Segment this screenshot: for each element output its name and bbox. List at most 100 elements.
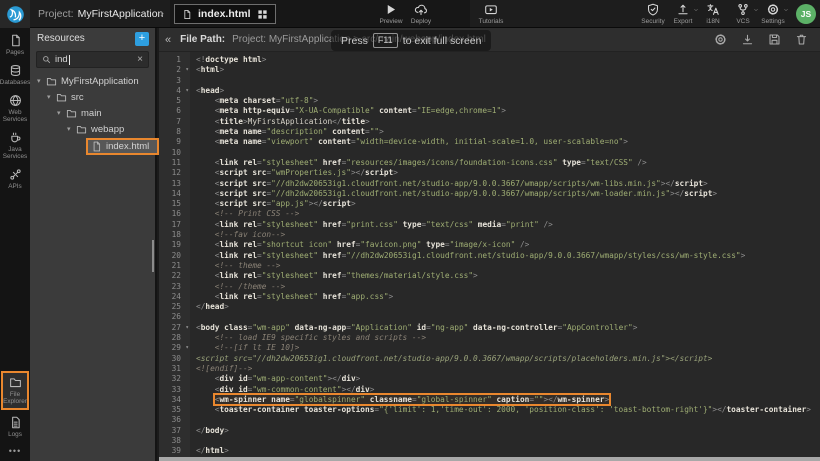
line-number[interactable]: 15 [159,199,190,209]
topbar-action-i18n[interactable]: i18N [698,3,728,25]
search-input[interactable]: ind × [36,51,149,68]
tree-item-myfirstapplication[interactable]: ▾MyFirstApplication [30,73,155,89]
code-line[interactable]: <![endif]--> [196,364,820,374]
line-number[interactable]: 12 [159,168,190,178]
line-number[interactable]: 35 [159,405,190,415]
code-line[interactable]: <link rel="stylesheet" href="themes/mate… [196,271,820,281]
code-line[interactable]: <link rel="stylesheet" href="resources/i… [196,158,820,168]
code-line[interactable]: <!-- /theme --> [196,282,820,292]
tab-index-html[interactable]: index.html [174,4,276,24]
line-number[interactable]: 17 [159,220,190,230]
line-number[interactable]: 29▾ [159,343,190,353]
line-number-gutter[interactable]: 12▾34▾5678910111213141516171819202122232… [159,52,190,457]
code-line[interactable]: <!doctype html> [196,55,820,65]
wavemaker-logo[interactable] [0,0,30,28]
code-line[interactable]: <div id="wm-app-content"></div> [196,374,820,384]
code-line[interactable]: <link rel="stylesheet" href="print.css" … [196,220,820,230]
resources-scrollbar[interactable] [152,240,154,272]
topbar-action-tutorials[interactable]: Tutorials [476,3,506,25]
line-number[interactable]: 7 [159,117,190,127]
line-number[interactable]: 32 [159,374,190,384]
line-number[interactable]: 39 [159,446,190,456]
code-area[interactable]: 12▾34▾5678910111213141516171819202122232… [159,52,820,457]
sidebar-item-pages[interactable]: Pages [0,34,30,56]
code-line[interactable]: <script src="wmProperties.js"></script> [196,168,820,178]
code-line[interactable] [196,148,820,158]
line-number[interactable]: 19 [159,240,190,250]
code-line[interactable]: <script src="app.js"></script> [196,199,820,209]
line-number[interactable]: 38 [159,436,190,446]
fold-caret-icon[interactable]: ▾ [185,343,189,353]
line-number[interactable]: 2▾ [159,65,190,75]
line-number[interactable]: 33 [159,385,190,395]
line-number[interactable]: 28 [159,333,190,343]
fold-caret-icon[interactable]: ▾ [185,65,189,75]
code-line[interactable]: <meta http-equiv="X-UA-Compatible" conte… [196,106,820,116]
line-number[interactable]: 4▾ [159,86,190,96]
code-line[interactable]: <wm-spinner name="globalspinner" classna… [196,395,820,405]
tree-caret-icon[interactable]: ▾ [37,77,46,85]
line-number[interactable]: 22 [159,271,190,281]
line-number[interactable]: 5 [159,96,190,106]
sidebar-item-java-services[interactable]: JavaServices [0,131,30,160]
code-line[interactable]: <script src="//dh2dw20653ig1.cloudfront.… [196,189,820,199]
code-line[interactable] [196,76,820,86]
line-number[interactable]: 24 [159,292,190,302]
tree-caret-icon[interactable]: ▾ [67,125,76,133]
user-avatar[interactable]: JS [796,4,816,24]
sidebar-item-databases[interactable]: Databases [0,64,30,86]
line-number[interactable]: 9 [159,137,190,147]
code-line[interactable] [196,312,820,322]
tree-item-src[interactable]: ▾src [30,89,155,105]
tree-caret-icon[interactable]: ▾ [47,93,56,101]
code-line[interactable]: <link rel="stylesheet" href="//dh2dw2065… [196,251,820,261]
add-resource-button[interactable]: + [135,32,149,46]
code-line[interactable]: <meta name="viewport" content="width=dev… [196,137,820,147]
code-line[interactable]: <!-- theme --> [196,261,820,271]
line-number[interactable]: 20 [159,251,190,261]
line-number[interactable]: 3 [159,76,190,86]
topbar-action-security[interactable]: Security [638,3,668,25]
code-line[interactable] [196,436,820,446]
tree-item-main[interactable]: ▾main [30,105,155,121]
code-line[interactable]: <link rel="stylesheet" href="app.css"> [196,292,820,302]
gear-icon[interactable] [714,33,727,46]
code-lines[interactable]: <!doctype html><html> <head> <meta chars… [196,55,820,457]
sidebar-item-file-explorer[interactable]: FileExplorer [1,371,29,410]
code-line[interactable]: <meta charset="utf-8"> [196,96,820,106]
code-line[interactable]: <toaster-container toaster-options="{'li… [196,405,820,415]
line-number[interactable]: 14 [159,189,190,199]
line-number[interactable]: 13 [159,179,190,189]
code-line[interactable]: <body class="wm-app" data-ng-app="Applic… [196,323,820,333]
line-number[interactable]: 11 [159,158,190,168]
code-line[interactable]: <!--fav icon--> [196,230,820,240]
grid-icon[interactable] [257,9,268,20]
collapse-panel-icon[interactable]: « [163,34,173,46]
code-line[interactable]: <script src="//dh2dw20653ig1.cloudfront.… [196,179,820,189]
code-line[interactable] [196,415,820,425]
code-line[interactable]: <title>MyFirstApplication</title> [196,117,820,127]
line-number[interactable]: 34 [159,395,190,405]
code-line[interactable]: <div id="wm-common-content"></div> [196,385,820,395]
code-line[interactable]: </html> [196,446,820,456]
topbar-action-settings[interactable]: Settings [758,3,788,25]
line-number[interactable]: 6 [159,106,190,116]
code-line[interactable]: <script src="//dh2dw20653ig1.cloudfront.… [196,354,820,364]
line-number[interactable]: 18 [159,230,190,240]
code-line[interactable]: </head> [196,302,820,312]
sidebar-item-apis[interactable]: APIs [0,168,30,190]
code-line[interactable]: <link rel="shortcut icon" href="favicon.… [196,240,820,250]
project-breadcrumb[interactable]: Project: MyFirstApplication [38,0,163,27]
tree-item-index-html[interactable]: index.html [30,137,155,155]
line-number[interactable]: 8 [159,127,190,137]
line-number[interactable]: 16 [159,209,190,219]
line-number[interactable]: 26 [159,312,190,322]
topbar-action-preview[interactable]: Preview [376,3,406,25]
code-line[interactable]: <html> [196,65,820,75]
code-line[interactable]: <!--[if lt IE 10]> [196,343,820,353]
save-icon[interactable] [768,33,781,46]
line-number[interactable]: 23 [159,282,190,292]
line-number[interactable]: 31 [159,364,190,374]
download-icon[interactable] [741,33,754,46]
line-number[interactable]: 30 [159,354,190,364]
